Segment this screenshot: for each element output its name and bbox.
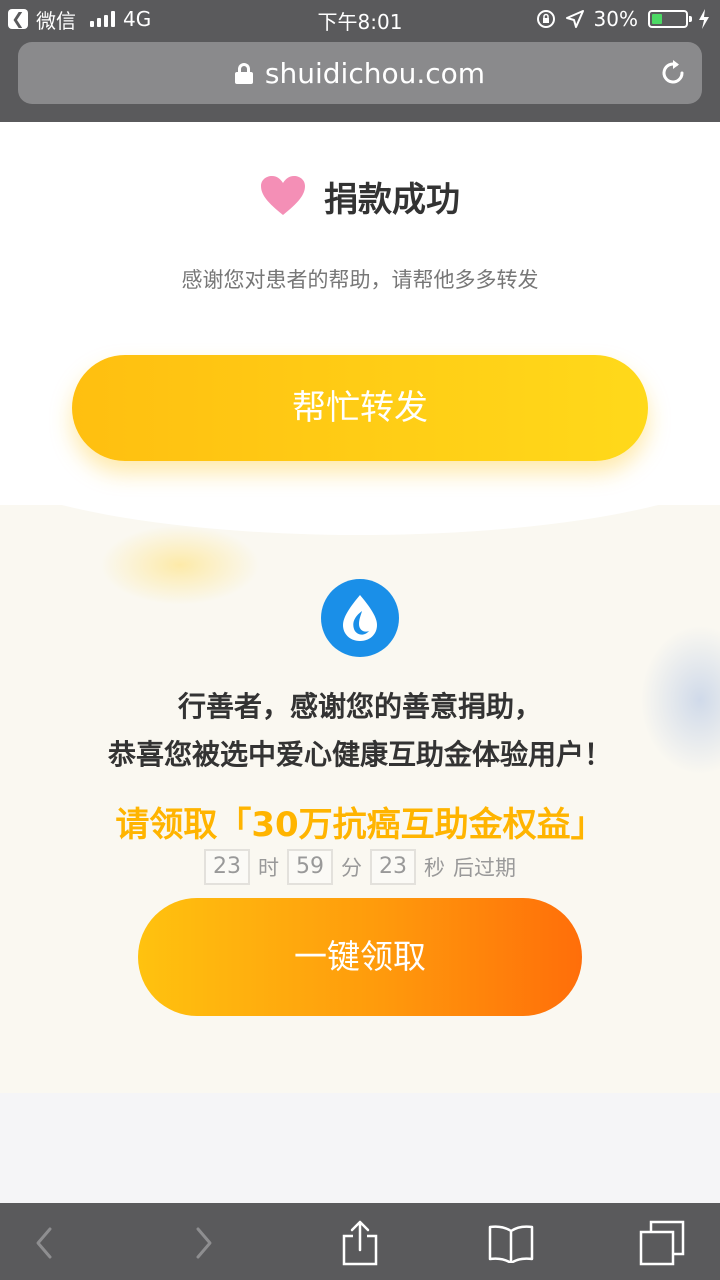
battery-level-fill <box>652 14 662 24</box>
claim-title: 请领取「30万抗癌互助金权益」 <box>115 805 605 845</box>
reload-icon[interactable] <box>658 58 688 88</box>
countdown-hours: 23 <box>204 849 250 885</box>
battery-icon <box>648 10 692 28</box>
status-bar: ❮ 微信 4G 下午8:01 30% <box>0 0 720 38</box>
back-icon[interactable] <box>20 1219 68 1267</box>
status-right: 30% <box>536 6 710 32</box>
share-button[interactable]: 帮忙转发 <box>72 355 648 461</box>
url-field[interactable]: shuidichou.com <box>18 42 702 104</box>
countdown-minutes: 59 <box>287 849 333 885</box>
charging-icon <box>699 9 709 29</box>
success-subtitle: 感谢您对患者的帮助，请帮他多多转发 <box>181 268 539 292</box>
heart-icon <box>261 176 305 215</box>
battery-percent: 30% <box>593 7 638 31</box>
promo-thanks-line: 行善者，感谢您的善意捐助， <box>177 690 542 723</box>
forward-icon[interactable] <box>180 1219 228 1267</box>
tabs-icon[interactable] <box>638 1219 686 1267</box>
orientation-lock-icon <box>536 10 555 28</box>
url-text[interactable]: shuidichou.com <box>265 57 485 90</box>
promo-selected-line: 恭喜您被选中爱心健康互助金体验用户！ <box>107 738 612 771</box>
countdown-seconds-unit: 秒 <box>424 856 445 880</box>
share-icon[interactable] <box>336 1219 384 1267</box>
location-icon <box>565 10 584 28</box>
decor-yellow-glow <box>100 525 260 605</box>
bookmarks-icon[interactable] <box>487 1219 535 1267</box>
url-display[interactable]: shuidichou.com <box>18 42 702 104</box>
water-drop-logo-icon <box>321 579 399 657</box>
countdown-hours-unit: 时 <box>258 856 279 880</box>
claim-button[interactable]: 一键领取 <box>138 898 582 1016</box>
countdown-minutes-unit: 分 <box>341 856 362 880</box>
promo-section: 行善者，感谢您的善意捐助， 恭喜您被选中爱心健康互助金体验用户！ 请领取「30万… <box>0 505 720 1093</box>
browser-toolbar <box>0 1203 720 1280</box>
lock-icon <box>234 63 253 84</box>
page-title: 捐款成功 <box>324 179 460 220</box>
countdown: 23 时 59 分 23 秒 后过期 <box>0 848 720 886</box>
address-bar: shuidichou.com <box>0 38 720 122</box>
success-title-row: 捐款成功 <box>0 172 720 220</box>
countdown-seconds: 23 <box>370 849 416 885</box>
countdown-suffix: 后过期 <box>453 856 516 880</box>
donation-success-card: 捐款成功 感谢您对患者的帮助，请帮他多多转发 帮忙转发 <box>0 122 720 522</box>
